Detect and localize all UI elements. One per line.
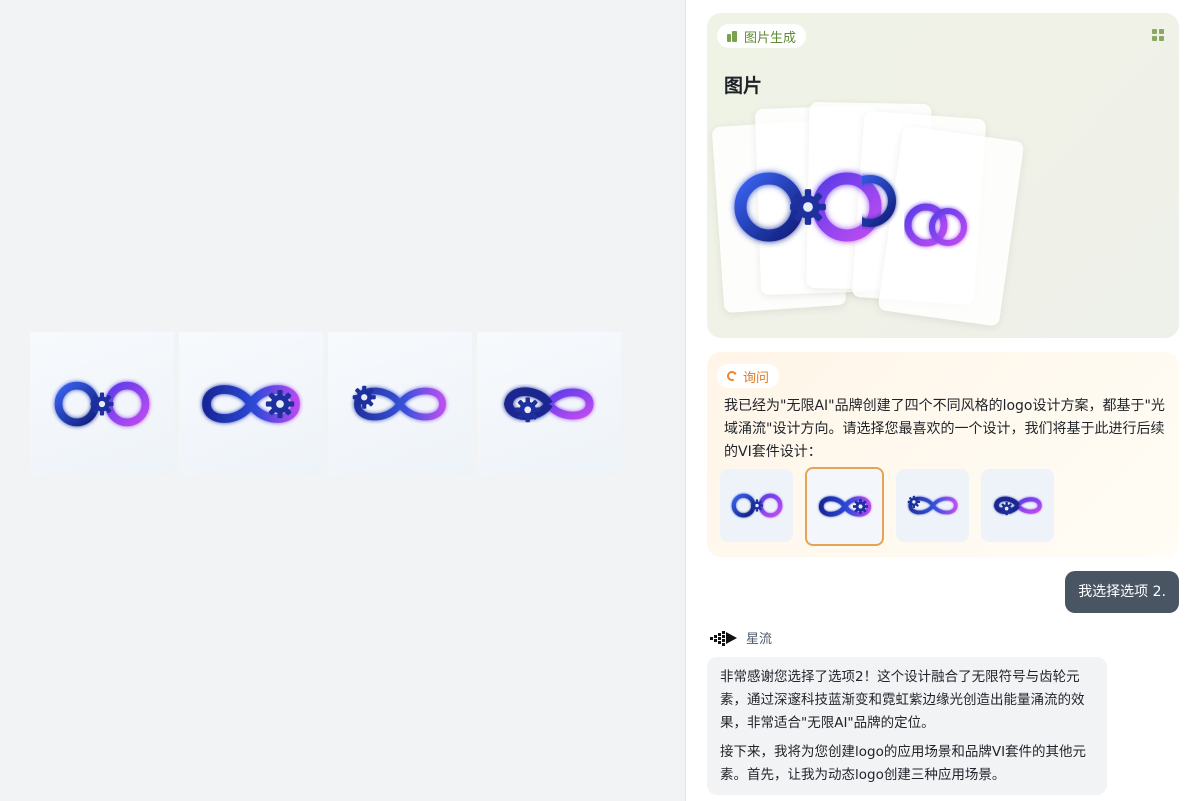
logo-option-1[interactable]	[720, 469, 793, 542]
infinity-gear-logo-icon	[44, 375, 160, 433]
agent-message-bubble: 非常感谢您选择了选项2！这个设计融合了无限符号与齿轮元素，通过深邃科技蓝渐变和霓…	[707, 657, 1107, 795]
infinity-gear-logo-icon	[987, 490, 1049, 521]
logo-image-strip	[30, 332, 621, 476]
user-message-bubble: 我选择选项 2.	[1065, 571, 1179, 613]
grid-icon[interactable]	[1152, 29, 1164, 41]
logo-option-3[interactable]	[896, 469, 969, 542]
infinity-gear-logo-icon	[814, 491, 876, 522]
logo-image-4[interactable]	[477, 332, 621, 476]
swirl-icon	[725, 369, 739, 383]
infinity-gear-logo-icon	[904, 203, 967, 247]
image-generation-card[interactable]: 图片生成 图片	[707, 13, 1179, 338]
agent-name: 星流	[746, 632, 773, 647]
infinity-gear-logo-icon	[902, 490, 964, 521]
image-generation-label: 图片生成	[744, 30, 797, 46]
logo-option-2[interactable]	[805, 467, 884, 546]
ask-message: 我已经为"无限AI"品牌创建了四个不同风格的logo设计方案，都基于"光域涌流"…	[724, 398, 1165, 460]
infinity-gear-logo-icon	[862, 175, 896, 227]
infinity-gear-logo-icon	[726, 490, 788, 521]
ask-badge: 询问	[717, 364, 780, 388]
agent-header: 星流	[710, 628, 772, 647]
ask-card: 询问 我已经为"无限AI"品牌创建了四个不同风格的logo设计方案，都基于"光域…	[707, 352, 1179, 557]
card-title: 图片	[724, 75, 763, 97]
infinity-gear-logo-icon	[491, 375, 607, 433]
chat-panel: 图片生成 图片 询问 我已经为"无限AI"品牌创建了四个不同风格的logo设计方…	[686, 0, 1200, 801]
agent-message-paragraph: 非常感谢您选择了选项2！这个设计融合了无限符号与齿轮元素，通过深邃科技蓝渐变和霓…	[720, 669, 1085, 731]
logo-options	[720, 467, 1054, 546]
logo-option-4[interactable]	[981, 469, 1054, 542]
image-generation-icon	[727, 30, 738, 42]
xingliu-logo-icon	[710, 630, 737, 646]
infinity-gear-logo-icon	[342, 375, 458, 433]
logo-image-1[interactable]	[30, 332, 174, 476]
logo-image-3[interactable]	[328, 332, 472, 476]
image-generation-badge: 图片生成	[717, 24, 807, 48]
canvas-area	[0, 0, 686, 801]
agent-message-paragraph: 接下来，我将为您创建logo的应用场景和品牌VI套件的其他元素。首先，让我为动态…	[720, 744, 1087, 783]
image-preview-stack[interactable]	[711, 95, 1025, 327]
infinity-gear-logo-icon	[193, 375, 309, 433]
logo-image-2[interactable]	[179, 332, 323, 476]
ask-label: 询问	[743, 370, 770, 386]
